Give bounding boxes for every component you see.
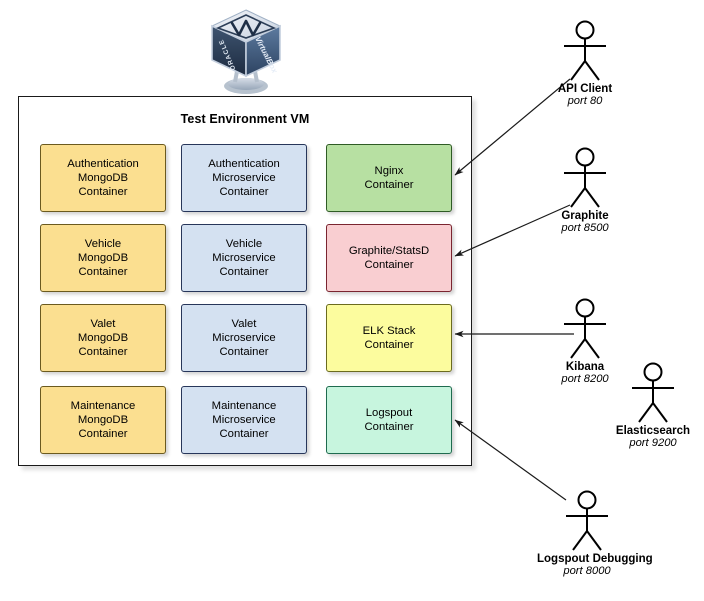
actor-port: port 80 [567,95,603,107]
vm-title: Test Environment VM [180,112,310,126]
container-label: Maintenance Microservice Container [211,399,277,441]
actor-port: port 9200 [629,437,677,449]
stick-figure-icon [564,20,606,81]
stick-figure-icon [566,490,608,551]
container-label: Graphite/StatsD Container [348,244,430,271]
container-maintenance-mongodb[interactable]: Maintenance MongoDB Container [40,386,166,454]
actor-elasticsearch[interactable]: Elasticsearch port 9200 [603,362,703,449]
actor-graphite[interactable]: Graphite port 8500 [535,147,635,234]
container-valet-microservice[interactable]: Valet Microservice Container [181,304,307,372]
container-label: Vehicle Microservice Container [212,237,276,279]
container-valet-mongodb[interactable]: Valet MongoDB Container [40,304,166,372]
container-nginx[interactable]: Nginx Container [326,144,452,212]
container-graphite-statsd[interactable]: Graphite/StatsD Container [326,224,452,292]
actor-api-client[interactable]: API Client port 80 [535,20,635,107]
actor-logspout-debugging[interactable]: Logspout Debugging port 8000 [537,490,653,577]
container-vehicle-microservice[interactable]: Vehicle Microservice Container [181,224,307,292]
architecture-diagram: ORACLE VirtualBox Test Environment VM Au… [0,0,704,601]
actor-label: Graphite [561,210,609,222]
container-label: Logspout Container [364,406,414,433]
actor-port: port 8500 [561,222,609,234]
container-label: Maintenance MongoDB Container [70,399,136,441]
stick-figure-icon [632,362,674,423]
virtualbox-logo-icon: ORACLE VirtualBox [205,4,287,96]
actor-label: Elasticsearch [615,425,691,437]
container-label: Authentication Microservice Container [208,157,280,199]
container-auth-mongodb[interactable]: Authentication MongoDB Container [40,144,166,212]
container-label: Vehicle MongoDB Container [77,237,129,279]
container-auth-microservice[interactable]: Authentication Microservice Container [181,144,307,212]
container-logspout[interactable]: Logspout Container [326,386,452,454]
container-label: Valet MongoDB Container [77,317,129,359]
container-label: Nginx Container [364,164,414,191]
actor-label: Logspout Debugging [537,553,653,565]
actor-label: API Client [557,83,613,95]
container-label: Valet Microservice Container [212,317,276,359]
container-elk-stack[interactable]: ELK Stack Container [326,304,452,372]
container-label: ELK Stack Container [362,324,416,351]
stick-figure-icon [564,147,606,208]
stick-figure-icon [564,298,606,359]
actor-port: port 8000 [563,565,611,577]
container-label: Authentication MongoDB Container [67,157,139,199]
container-vehicle-mongodb[interactable]: Vehicle MongoDB Container [40,224,166,292]
container-maintenance-microservice[interactable]: Maintenance Microservice Container [181,386,307,454]
